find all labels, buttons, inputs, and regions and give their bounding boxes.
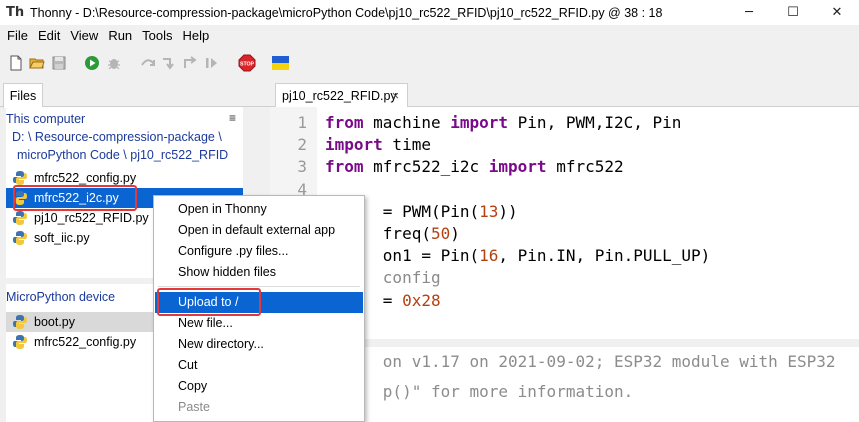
file-name: pj10_rc522_RFID.py (34, 211, 149, 225)
new-file-icon[interactable] (8, 55, 24, 71)
stop-icon-label: STOP (240, 62, 255, 68)
code-token: )) (498, 201, 518, 221)
menu-item-copy[interactable]: Copy (155, 376, 363, 397)
menu-item-cut[interactable]: Cut (155, 355, 363, 376)
code-token: from (325, 157, 364, 177)
code-line: from machine import Pin, PWM,I2C, Pin (325, 113, 681, 132)
code-token: 16 (479, 246, 499, 266)
python-file-icon (13, 211, 27, 225)
python-file-icon (13, 335, 27, 349)
code-token: mfrc522_i2c (363, 157, 489, 177)
code-line: from mfrc522_i2c import mfrc522 (325, 157, 624, 176)
line-number: 1 (297, 113, 307, 132)
file-name: boot.py (34, 315, 76, 329)
menu-item-new-file[interactable]: New file... (155, 313, 363, 334)
menu-item-show-hidden[interactable]: Show hidden files (155, 262, 363, 283)
line-number: 3 (297, 157, 307, 177)
minimize-button[interactable]: ─ (727, 0, 771, 25)
this-computer-header: This computer (6, 112, 86, 126)
debug-icon[interactable] (106, 55, 122, 71)
menu-bar: File Edit View Run Tools Help (0, 25, 859, 47)
code-token: 0x28 (402, 290, 441, 310)
step-over-icon[interactable] (140, 55, 156, 71)
menu-edit[interactable]: Edit (33, 25, 65, 47)
code-token: 50 (430, 224, 451, 243)
window-controls: ─ ☐ ✕ (727, 0, 859, 25)
window-title: Thonny - D:\Resource-compression-package… (30, 5, 663, 20)
code-token: import (325, 135, 383, 155)
menu-item-open-in-thonny[interactable]: Open in Thonny (155, 199, 363, 220)
python-file-icon (13, 231, 27, 245)
shell-line: p()" for more information. (325, 382, 634, 401)
code-token: , Pin.IN, Pin.PULL_UP) (498, 246, 711, 266)
run-icon[interactable] (84, 55, 100, 71)
menu-item-open-external[interactable]: Open in default external app (155, 220, 363, 241)
step-into-icon[interactable] (161, 55, 177, 71)
menu-run[interactable]: Run (103, 25, 137, 47)
code-token: mfrc522 (546, 157, 624, 177)
highlight-box-selected-file (13, 185, 137, 211)
title-bar: Th Thonny - D:\Resource-compression-pack… (0, 0, 859, 25)
highlight-box-upload (157, 288, 261, 316)
line-number: 2 (297, 135, 307, 155)
menu-item-configure-py[interactable]: Configure .py files... (155, 241, 363, 262)
computer-path-line-1[interactable]: D: \ Resource-compression-package \ (12, 130, 222, 144)
menu-file[interactable]: File (2, 25, 33, 47)
code-token: time (382, 135, 431, 155)
code-token: machine (363, 113, 451, 132)
tab-files[interactable]: Files (3, 83, 43, 108)
micropython-device-header: MicroPython device (6, 290, 116, 304)
resume-icon[interactable] (203, 55, 219, 71)
files-menu-icon[interactable]: ≡ (229, 111, 236, 125)
code-token: import (450, 113, 509, 132)
menu-view[interactable]: View (65, 25, 103, 47)
code-token: ) (450, 224, 460, 243)
files-tab-bar: Files (0, 80, 270, 108)
shell-line: on v1.17 on 2021-09-02; ESP32 module wit… (325, 352, 836, 371)
close-button[interactable]: ✕ (815, 0, 859, 25)
save-icon[interactable] (51, 55, 67, 71)
file-name: soft_iic.py (34, 231, 90, 245)
tab-pj10-rc522-rfid[interactable]: pj10_rc522_RFID.py × (275, 83, 408, 108)
code-line: on1 = Pin(16, Pin.IN, Pin.PULL_UP) (325, 246, 711, 266)
menu-item-new-directory[interactable]: New directory... (155, 334, 363, 355)
code-token: Pin, PWM,I2C, Pin (508, 113, 682, 132)
file-name: mfrc522_config.py (34, 335, 137, 349)
menu-item-paste[interactable]: Paste (155, 397, 363, 418)
menu-tools[interactable]: Tools (137, 25, 177, 47)
stop-icon[interactable]: STOP (238, 54, 256, 72)
maximize-button[interactable]: ☐ (771, 0, 815, 25)
computer-path-line-2[interactable]: microPython Code \ pj10_rc522_RFID (17, 148, 228, 162)
editor-tab-label: pj10_rc522_RFID.py (282, 89, 397, 103)
code-line: import time (325, 135, 431, 154)
thonny-app-icon: Th (6, 4, 25, 20)
toolbar: STOP (0, 47, 859, 79)
step-out-icon[interactable] (182, 55, 198, 71)
tab-close-icon[interactable]: × (392, 84, 399, 108)
editor-tab-bar: pj10_rc522_RFID.py × (270, 80, 859, 108)
code-token: 13 (479, 201, 499, 221)
code-token: from (325, 113, 364, 132)
menu-help[interactable]: Help (178, 25, 215, 47)
open-folder-icon[interactable] (29, 55, 45, 71)
ukraine-flag-icon[interactable] (272, 56, 289, 70)
code-token: import (488, 157, 547, 177)
python-file-icon (13, 171, 27, 185)
python-file-icon (13, 315, 27, 329)
menu-separator (158, 286, 360, 287)
file-name: mfrc522_config.py (34, 171, 137, 185)
